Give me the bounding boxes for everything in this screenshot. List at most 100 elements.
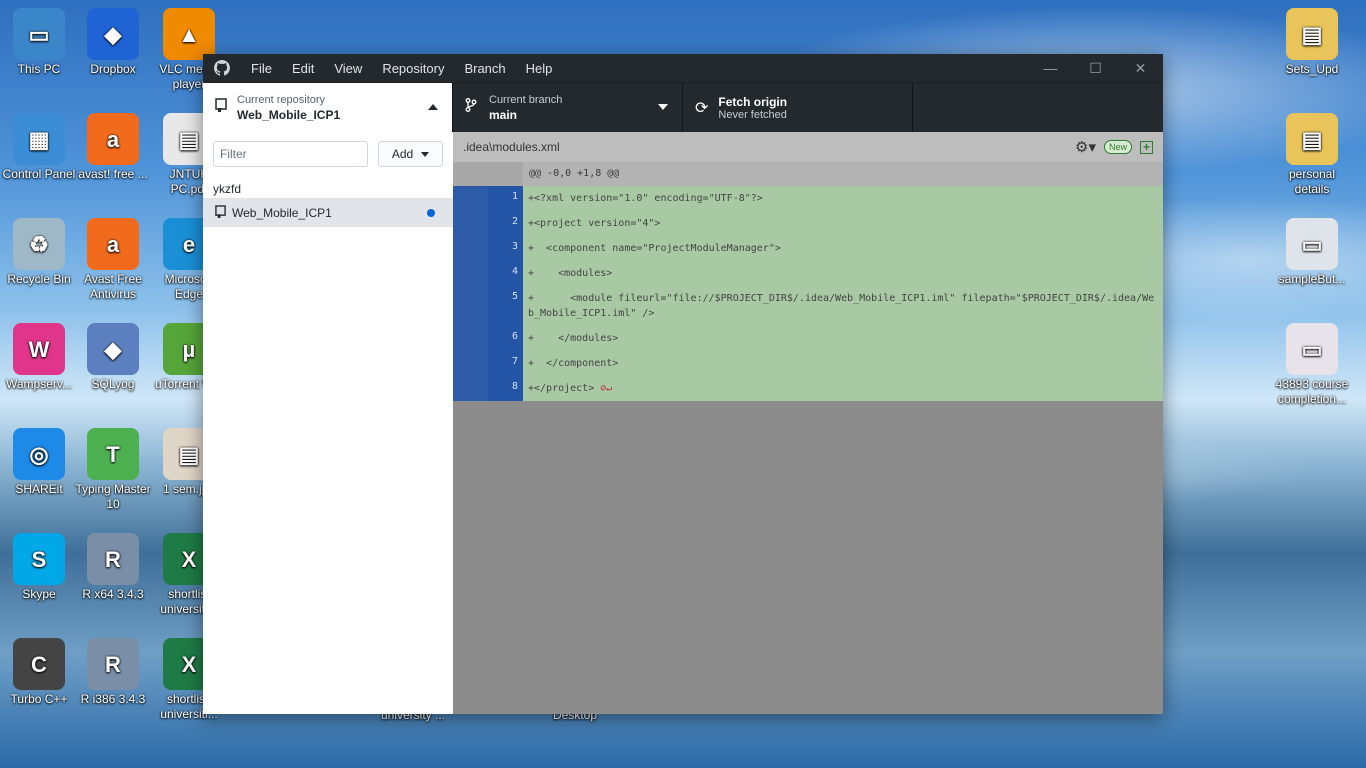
diff-line-added[interactable]: 2 +<project version="4"> bbox=[453, 211, 1163, 236]
diff-line-text: + <modules> bbox=[528, 268, 613, 279]
desktop-app-icon: ▤ bbox=[1286, 113, 1338, 165]
filter-row: Filter Add bbox=[203, 132, 453, 176]
desktop-app-icon: ♻ bbox=[13, 218, 65, 270]
fetch-origin-button[interactable]: ⟳ Fetch origin Never fetched bbox=[683, 83, 913, 132]
menu-file[interactable]: File bbox=[241, 61, 282, 76]
diff-line-text: + </component> bbox=[528, 358, 619, 369]
menu-edit[interactable]: Edit bbox=[282, 61, 324, 76]
desktop-icon[interactable]: ▭ 43893 course completion... bbox=[1273, 323, 1351, 407]
new-line-number: 3 bbox=[488, 236, 523, 261]
new-line-number: 7 bbox=[488, 351, 523, 376]
desktop-icon-label: Turbo C++ bbox=[10, 692, 68, 706]
desktop-icon-label: R x64 3.4.3 bbox=[82, 587, 144, 601]
add-label: Add bbox=[391, 147, 414, 161]
fetch-origin-label: Fetch origin bbox=[718, 94, 788, 109]
diff-line-added[interactable]: 6 + </modules> bbox=[453, 326, 1163, 351]
desktop-icon[interactable]: W Wampserv... bbox=[0, 323, 78, 392]
diff-line-text: + <module fileurl="file://$PROJECT_DIR$/… bbox=[528, 293, 1155, 319]
sync-icon: ⟳ bbox=[695, 99, 709, 117]
desktop-icon[interactable]: C Turbo C++ bbox=[0, 638, 78, 707]
desktop-icon-label: R i386 3.4.3 bbox=[80, 692, 146, 706]
menu-help[interactable]: Help bbox=[516, 61, 563, 76]
old-line-number bbox=[453, 186, 488, 211]
minimize-icon[interactable]: — bbox=[1028, 60, 1073, 77]
desktop-icon-label: SHAREit bbox=[15, 482, 63, 496]
desktop-icon[interactable]: ◎ SHAREit bbox=[0, 428, 78, 497]
current-repository-button[interactable]: Current repository Web_Mobile_ICP1 bbox=[203, 83, 453, 132]
diff-line-added[interactable]: 4 + <modules> bbox=[453, 261, 1163, 286]
new-line-number: 6 bbox=[488, 326, 523, 351]
desktop-app-icon: R bbox=[87, 533, 139, 585]
desktop-icon[interactable]: R R i386 3.4.3 bbox=[74, 638, 152, 707]
desktop-icon[interactable]: ▤ personal details bbox=[1273, 113, 1351, 197]
desktop-icon[interactable]: ♻ Recycle Bin bbox=[0, 218, 78, 287]
add-button[interactable]: Add bbox=[378, 141, 443, 167]
desktop-app-icon: C bbox=[13, 638, 65, 690]
menu-branch[interactable]: Branch bbox=[454, 61, 515, 76]
desktop-icon-label: Avast Free Antivirus bbox=[84, 272, 142, 301]
gear-icon[interactable]: ⚙▾ bbox=[1075, 138, 1096, 156]
filter-input[interactable]: Filter bbox=[213, 141, 368, 167]
new-line-number: 4 bbox=[488, 261, 523, 286]
diff-line-added[interactable]: 5 + <module fileurl="file://$PROJECT_DIR$… bbox=[453, 286, 1163, 326]
desktop-icon-label: personal details bbox=[1288, 167, 1336, 196]
desktop-app-icon: ◆ bbox=[87, 8, 139, 60]
desktop-icon-label: Typing Master 10 bbox=[75, 482, 151, 511]
diff-line-added[interactable]: 3 + <component name="ProjectModuleManager… bbox=[453, 236, 1163, 261]
desktop-app-icon: W bbox=[13, 323, 65, 375]
current-repository-caption: Current repository bbox=[237, 93, 326, 106]
desktop-icon[interactable]: ▭ This PC bbox=[0, 8, 78, 77]
github-logo-icon bbox=[203, 60, 241, 76]
diff-line-added[interactable]: 1 +<?xml version="1.0" encoding="UTF-8"?> bbox=[453, 186, 1163, 211]
desktop-icon-label: avast! free ... bbox=[78, 167, 148, 181]
maximize-icon[interactable]: ☐ bbox=[1073, 60, 1118, 77]
desktop-app-icon: ◆ bbox=[87, 323, 139, 375]
current-branch-name: main bbox=[489, 107, 518, 122]
menu-view[interactable]: View bbox=[324, 61, 372, 76]
no-newline-icon: ⊘↵ bbox=[594, 383, 613, 394]
old-line-number bbox=[453, 261, 488, 286]
diff-line-text: + <component name="ProjectModuleManager"… bbox=[528, 243, 781, 254]
current-branch-button[interactable]: Current branch main bbox=[453, 83, 683, 132]
diff-header: .idea\modules.xml ⚙▾ New + bbox=[453, 132, 1163, 162]
github-desktop-window: File Edit View Repository Branch Help — … bbox=[203, 54, 1163, 714]
diff-line-added[interactable]: 8 +</project> ⊘↵ bbox=[453, 376, 1163, 401]
fetch-status: Never fetched bbox=[718, 108, 787, 121]
desktop-app-icon: ▤ bbox=[1286, 8, 1338, 60]
new-file-badge: New bbox=[1103, 140, 1132, 154]
desktop-app-icon: T bbox=[87, 428, 139, 480]
old-line-number bbox=[453, 236, 488, 261]
chevron-up-icon bbox=[428, 104, 438, 110]
desktop-icon[interactable]: R R x64 3.4.3 bbox=[74, 533, 152, 602]
repository-list-item[interactable]: Web_Mobile_ICP1 bbox=[203, 198, 453, 227]
chevron-down-icon bbox=[658, 104, 668, 110]
desktop-app-icon: ▭ bbox=[13, 8, 65, 60]
old-line-number bbox=[453, 376, 488, 401]
desktop-app-icon: S bbox=[13, 533, 65, 585]
desktop-icon-label: Skype bbox=[22, 587, 56, 601]
desktop-icon[interactable]: ▭ sampleBut... bbox=[1273, 218, 1351, 287]
old-line-number bbox=[453, 211, 488, 236]
diff-lines: 1 +<?xml version="1.0" encoding="UTF-8"?>… bbox=[453, 186, 1163, 401]
diff-line-added[interactable]: 7 + </component> bbox=[453, 351, 1163, 376]
close-icon[interactable]: ✕ bbox=[1118, 60, 1163, 77]
desktop-icon-label: Recycle Bin bbox=[7, 272, 71, 286]
diff-line-text: +<?xml version="1.0" encoding="UTF-8"?> bbox=[528, 193, 763, 204]
desktop-icon[interactable]: ▤ Sets_Upd bbox=[1273, 8, 1351, 77]
menu-repository[interactable]: Repository bbox=[372, 61, 454, 76]
desktop-icon[interactable]: ◆ SQLyog bbox=[74, 323, 152, 392]
chevron-down-icon bbox=[421, 151, 430, 157]
diff-line-text: +<project version="4"> bbox=[528, 218, 661, 229]
desktop-icon[interactable]: ▦ Control Panel bbox=[0, 113, 78, 182]
desktop-icon-label: sampleBut... bbox=[1278, 272, 1346, 286]
desktop-icon[interactable]: a Avast Free Antivirus bbox=[74, 218, 152, 302]
new-line-number: 1 bbox=[488, 186, 523, 211]
changes-indicator-dot bbox=[427, 208, 435, 217]
branch-icon bbox=[465, 98, 477, 117]
desktop-icon[interactable]: ◆ Dropbox bbox=[74, 8, 152, 77]
desktop-icon[interactable]: a avast! free ... bbox=[74, 113, 152, 182]
desktop-icon[interactable]: T Typing Master 10 bbox=[74, 428, 152, 512]
desktop-icon[interactable]: S Skype bbox=[0, 533, 78, 602]
old-line-number bbox=[453, 286, 488, 326]
old-line-number bbox=[453, 326, 488, 351]
